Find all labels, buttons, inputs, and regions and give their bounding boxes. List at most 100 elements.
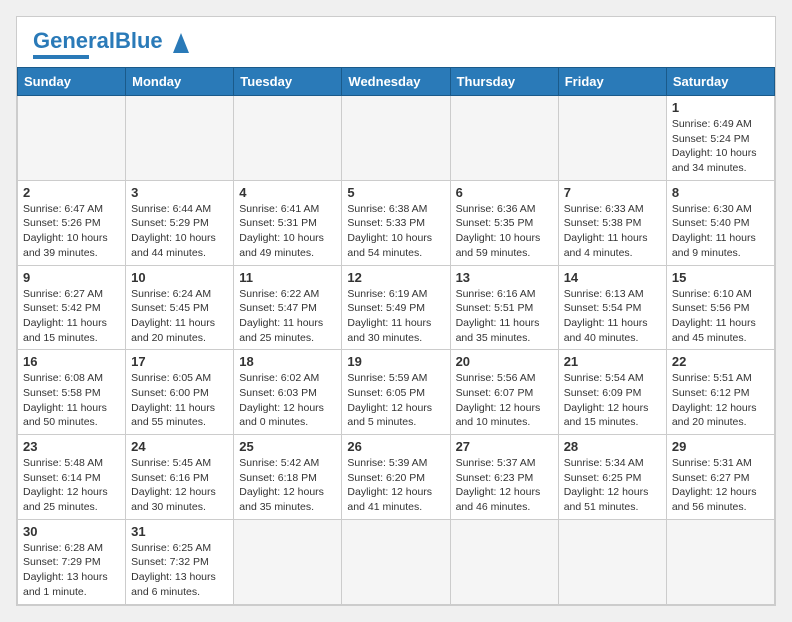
calendar-week-row: 16 Sunrise: 6:08 AM Sunset: 5:58 PM Dayli…: [18, 350, 775, 435]
calendar-table: SundayMondayTuesdayWednesdayThursdayFrid…: [17, 67, 775, 605]
day-number: 6: [456, 185, 553, 200]
day-number: 18: [239, 354, 336, 369]
calendar-day-cell: 24 Sunrise: 5:45 AM Sunset: 6:16 PM Dayli…: [126, 435, 234, 520]
day-number: 5: [347, 185, 444, 200]
calendar-day-cell: 7 Sunrise: 6:33 AM Sunset: 5:38 PM Daylig…: [558, 180, 666, 265]
day-info: Sunrise: 6:02 AM Sunset: 6:03 PM Dayligh…: [239, 371, 336, 430]
day-info: Sunrise: 5:54 AM Sunset: 6:09 PM Dayligh…: [564, 371, 661, 430]
calendar-day-cell: 2Sunrise: 6:47 AM Sunset: 5:26 PM Daylig…: [18, 180, 126, 265]
day-info: Sunrise: 6:25 AM Sunset: 7:32 PM Dayligh…: [131, 541, 228, 600]
day-number: 31: [131, 524, 228, 539]
day-info: Sunrise: 6:38 AM Sunset: 5:33 PM Dayligh…: [347, 202, 444, 261]
day-number: 1: [672, 100, 769, 115]
day-info: Sunrise: 5:45 AM Sunset: 6:16 PM Dayligh…: [131, 456, 228, 515]
day-header-tuesday: Tuesday: [234, 68, 342, 96]
day-number: 28: [564, 439, 661, 454]
day-info: Sunrise: 5:59 AM Sunset: 6:05 PM Dayligh…: [347, 371, 444, 430]
calendar-day-cell: [450, 519, 558, 604]
calendar-day-cell: 11Sunrise: 6:22 AM Sunset: 5:47 PM Dayli…: [234, 265, 342, 350]
calendar-day-cell: [558, 519, 666, 604]
day-number: 9: [23, 270, 120, 285]
day-header-friday: Friday: [558, 68, 666, 96]
calendar-day-cell: 30Sunrise: 6:28 AM Sunset: 7:29 PM Dayli…: [18, 519, 126, 604]
calendar-day-cell: 16 Sunrise: 6:08 AM Sunset: 5:58 PM Dayli…: [18, 350, 126, 435]
calendar-day-cell: 31 Sunrise: 6:25 AM Sunset: 7:32 PM Dayli…: [126, 519, 234, 604]
day-number: 15: [672, 270, 769, 285]
day-number: 21: [564, 354, 661, 369]
day-number: 7: [564, 185, 661, 200]
day-number: 13: [456, 270, 553, 285]
day-info: Sunrise: 6:36 AM Sunset: 5:35 PM Dayligh…: [456, 202, 553, 261]
day-info: Sunrise: 5:51 AM Sunset: 6:12 PM Dayligh…: [672, 371, 769, 430]
day-number: 14: [564, 270, 661, 285]
calendar-day-cell: 27Sunrise: 5:37 AM Sunset: 6:23 PM Dayli…: [450, 435, 558, 520]
calendar-week-row: 1 Sunrise: 6:49 AM Sunset: 5:24 PM Daylig…: [18, 96, 775, 181]
calendar-day-cell: 19 Sunrise: 5:59 AM Sunset: 6:05 PM Dayli…: [342, 350, 450, 435]
header: GeneralBlue: [17, 17, 775, 67]
logo-general: General: [33, 28, 115, 53]
day-info: Sunrise: 6:44 AM Sunset: 5:29 PM Dayligh…: [131, 202, 228, 261]
calendar-day-cell: 5 Sunrise: 6:38 AM Sunset: 5:33 PM Daylig…: [342, 180, 450, 265]
calendar-week-row: 9Sunrise: 6:27 AM Sunset: 5:42 PM Daylig…: [18, 265, 775, 350]
calendar-day-cell: 23 Sunrise: 5:48 AM Sunset: 6:14 PM Dayli…: [18, 435, 126, 520]
day-header-sunday: Sunday: [18, 68, 126, 96]
calendar-day-cell: 13Sunrise: 6:16 AM Sunset: 5:51 PM Dayli…: [450, 265, 558, 350]
day-number: 26: [347, 439, 444, 454]
calendar-week-row: 23 Sunrise: 5:48 AM Sunset: 6:14 PM Dayli…: [18, 435, 775, 520]
calendar-day-cell: 28 Sunrise: 5:34 AM Sunset: 6:25 PM Dayli…: [558, 435, 666, 520]
day-header-thursday: Thursday: [450, 68, 558, 96]
calendar-container: GeneralBlue SundayMondayTuesdayWednesday…: [16, 16, 776, 606]
calendar-day-cell: 4 Sunrise: 6:41 AM Sunset: 5:31 PM Daylig…: [234, 180, 342, 265]
day-number: 4: [239, 185, 336, 200]
day-number: 23: [23, 439, 120, 454]
day-info: Sunrise: 5:34 AM Sunset: 6:25 PM Dayligh…: [564, 456, 661, 515]
calendar-day-cell: [234, 519, 342, 604]
day-info: Sunrise: 6:33 AM Sunset: 5:38 PM Dayligh…: [564, 202, 661, 261]
calendar-day-cell: [342, 519, 450, 604]
logo: GeneralBlue: [33, 29, 197, 59]
calendar-day-cell: 26Sunrise: 5:39 AM Sunset: 6:20 PM Dayli…: [342, 435, 450, 520]
logo-blue: Blue: [115, 28, 163, 53]
calendar-day-cell: 29 Sunrise: 5:31 AM Sunset: 6:27 PM Dayli…: [666, 435, 774, 520]
day-info: Sunrise: 6:10 AM Sunset: 5:56 PM Dayligh…: [672, 287, 769, 346]
calendar-day-cell: 9Sunrise: 6:27 AM Sunset: 5:42 PM Daylig…: [18, 265, 126, 350]
calendar-day-cell: 3Sunrise: 6:44 AM Sunset: 5:29 PM Daylig…: [126, 180, 234, 265]
calendar-day-cell: 6 Sunrise: 6:36 AM Sunset: 5:35 PM Daylig…: [450, 180, 558, 265]
day-info: Sunrise: 6:49 AM Sunset: 5:24 PM Dayligh…: [672, 117, 769, 176]
day-info: Sunrise: 5:37 AM Sunset: 6:23 PM Dayligh…: [456, 456, 553, 515]
day-info: Sunrise: 6:47 AM Sunset: 5:26 PM Dayligh…: [23, 202, 120, 261]
day-info: Sunrise: 6:28 AM Sunset: 7:29 PM Dayligh…: [23, 541, 120, 600]
calendar-week-row: 2Sunrise: 6:47 AM Sunset: 5:26 PM Daylig…: [18, 180, 775, 265]
day-info: Sunrise: 6:08 AM Sunset: 5:58 PM Dayligh…: [23, 371, 120, 430]
day-number: 10: [131, 270, 228, 285]
day-header-saturday: Saturday: [666, 68, 774, 96]
day-header-wednesday: Wednesday: [342, 68, 450, 96]
day-number: 24: [131, 439, 228, 454]
calendar-day-cell: [234, 96, 342, 181]
calendar-day-cell: 17Sunrise: 6:05 AM Sunset: 6:00 PM Dayli…: [126, 350, 234, 435]
calendar-day-cell: [126, 96, 234, 181]
calendar-day-cell: [558, 96, 666, 181]
calendar-day-cell: 22 Sunrise: 5:51 AM Sunset: 6:12 PM Dayli…: [666, 350, 774, 435]
calendar-day-cell: [450, 96, 558, 181]
day-info: Sunrise: 6:41 AM Sunset: 5:31 PM Dayligh…: [239, 202, 336, 261]
day-number: 16: [23, 354, 120, 369]
day-header-monday: Monday: [126, 68, 234, 96]
day-info: Sunrise: 6:13 AM Sunset: 5:54 PM Dayligh…: [564, 287, 661, 346]
calendar-day-cell: 18 Sunrise: 6:02 AM Sunset: 6:03 PM Dayli…: [234, 350, 342, 435]
day-info: Sunrise: 6:30 AM Sunset: 5:40 PM Dayligh…: [672, 202, 769, 261]
day-info: Sunrise: 5:56 AM Sunset: 6:07 PM Dayligh…: [456, 371, 553, 430]
logo-text: GeneralBlue: [33, 30, 163, 52]
day-info: Sunrise: 5:31 AM Sunset: 6:27 PM Dayligh…: [672, 456, 769, 515]
calendar-day-cell: 25Sunrise: 5:42 AM Sunset: 6:18 PM Dayli…: [234, 435, 342, 520]
day-info: Sunrise: 5:48 AM Sunset: 6:14 PM Dayligh…: [23, 456, 120, 515]
day-number: 19: [347, 354, 444, 369]
day-number: 29: [672, 439, 769, 454]
day-number: 17: [131, 354, 228, 369]
calendar-day-cell: 20Sunrise: 5:56 AM Sunset: 6:07 PM Dayli…: [450, 350, 558, 435]
day-number: 22: [672, 354, 769, 369]
calendar-day-cell: 15 Sunrise: 6:10 AM Sunset: 5:56 PM Dayli…: [666, 265, 774, 350]
day-info: Sunrise: 6:22 AM Sunset: 5:47 PM Dayligh…: [239, 287, 336, 346]
day-number: 12: [347, 270, 444, 285]
logo-icon: [165, 25, 197, 53]
